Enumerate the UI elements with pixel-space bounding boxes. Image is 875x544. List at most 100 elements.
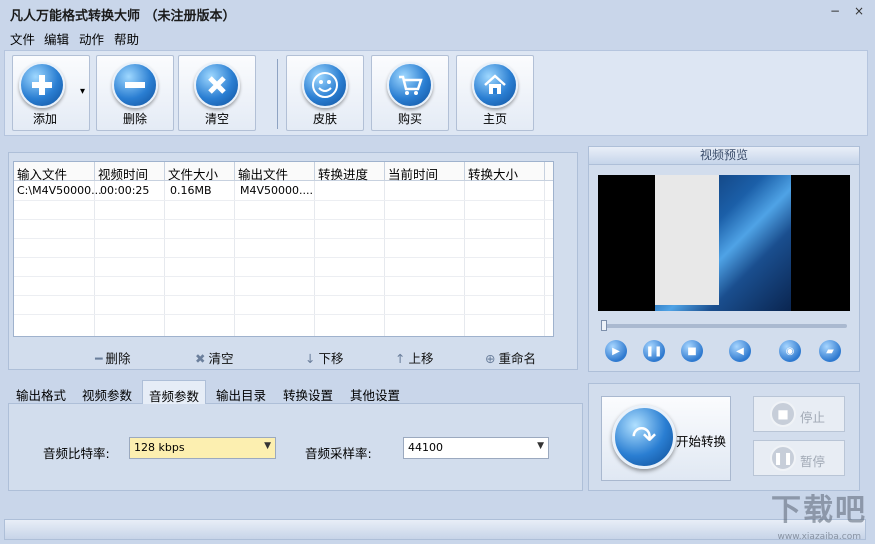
tab-output-dir[interactable]: 输出目录 (210, 380, 272, 404)
open-folder-button[interactable]: ▰ (819, 340, 841, 362)
list-delete-button[interactable]: ━ 删除 (95, 348, 131, 367)
move-down-button[interactable]: ↓ 下移 (305, 348, 344, 367)
seek-bar[interactable] (601, 320, 847, 331)
list-clear-label: 清空 (208, 351, 234, 366)
grid-line (14, 276, 553, 277)
rotate-arrow-icon: ↷ (612, 405, 676, 469)
delete-button[interactable]: 删除 (96, 55, 174, 131)
pause-convert-button[interactable]: ❚❚ 暂停 (753, 440, 845, 476)
smiley-icon (302, 62, 348, 108)
tab-convert-settings[interactable]: 转换设置 (277, 380, 339, 404)
play-button[interactable]: ▶ (605, 340, 627, 362)
grid-line (544, 181, 545, 336)
list-delete-label: 删除 (105, 351, 131, 366)
grid-line (464, 181, 465, 336)
bitrate-select[interactable]: 128 kbps ▼ (129, 437, 276, 459)
grid-line (234, 181, 235, 336)
samplerate-value: 44100 (408, 441, 443, 454)
arrow-down-icon: ↓ (305, 351, 316, 366)
close-button[interactable]: × (851, 4, 867, 18)
grid-line (314, 181, 315, 336)
video-frame-pane (655, 175, 719, 305)
crosshair-icon: ⊕ (485, 351, 496, 366)
add-button[interactable]: ▾ 添加 (12, 55, 90, 131)
video-preview-panel: 视频预览 ▶ ❚❚ ■ ◀ ◉ ▰ (588, 146, 860, 372)
plus-icon (19, 62, 65, 108)
list-clear-button[interactable]: ✖ 清空 (195, 348, 234, 367)
col-header-output-file[interactable]: 输出文件 (235, 162, 315, 182)
conversion-control-panel: ↷ 开始转换 ■ 停止 ❚❚ 暂停 (588, 383, 860, 491)
cell-video-time: 00:00:25 (100, 184, 150, 197)
menu-edit[interactable]: 编辑 (44, 29, 69, 48)
col-header-progress[interactable]: 转换进度 (315, 162, 385, 182)
folder-icon: ▰ (826, 345, 834, 357)
bitrate-label: 音频比特率: (43, 446, 110, 461)
col-header-input-file[interactable]: 输入文件 (14, 162, 95, 182)
buy-button[interactable]: 购买 (371, 55, 449, 131)
bitrate-value: 128 kbps (134, 441, 185, 454)
chevron-down-icon: ▼ (264, 441, 271, 451)
file-list[interactable]: 输入文件 视频时间 文件大小 输出文件 转换进度 当前时间 转换大小 C:\M4… (13, 161, 554, 337)
tab-video-params[interactable]: 视频参数 (76, 380, 138, 404)
move-up-button[interactable]: ↑ 上移 (395, 348, 434, 367)
skin-label: 皮肤 (312, 112, 337, 126)
tab-other-settings[interactable]: 其他设置 (344, 380, 406, 404)
menu-action[interactable]: 动作 (79, 29, 104, 48)
minimize-button[interactable]: − (827, 4, 843, 18)
seek-handle[interactable] (601, 320, 607, 331)
pause-convert-label: 暂停 (800, 454, 826, 469)
stop-convert-button[interactable]: ■ 停止 (753, 396, 845, 432)
video-screen[interactable] (598, 175, 850, 311)
menu-help[interactable]: 帮助 (114, 29, 139, 48)
rename-button[interactable]: ⊕ 重命名 (485, 348, 536, 367)
stop-icon: ■ (687, 345, 697, 357)
col-header-file-size[interactable]: 文件大小 (165, 162, 235, 182)
status-bar (4, 519, 866, 540)
snapshot-button[interactable]: ◉ (779, 340, 801, 362)
clear-button[interactable]: 清空 (178, 55, 256, 131)
pause-button[interactable]: ❚❚ (643, 340, 665, 362)
toolbar: ▾ 添加 删除 清空 皮肤 购买 主页 (4, 50, 868, 136)
home-button[interactable]: 主页 (456, 55, 534, 131)
grid-line (94, 181, 95, 336)
preview-title: 视频预览 (589, 147, 859, 165)
grid-line (14, 314, 553, 315)
pause-icon: ❚❚ (770, 445, 796, 471)
col-header-converted-size[interactable]: 转换大小 (465, 162, 545, 182)
close-icon: ✖ (195, 351, 206, 366)
col-header-current-time[interactable]: 当前时间 (385, 162, 465, 182)
cell-input-file: C:\M4V50000... (17, 184, 102, 197)
add-dropdown-icon[interactable]: ▾ (80, 86, 85, 97)
grid-line (14, 257, 553, 258)
watermark-url: www.xiazaiba.com (777, 532, 861, 542)
samplerate-select[interactable]: 44100 ▼ (403, 437, 549, 459)
toolbar-separator (277, 59, 278, 129)
play-icon: ▶ (612, 345, 620, 357)
shopping-cart-icon (387, 62, 433, 108)
tab-audio-params[interactable]: 音频参数 (142, 380, 207, 404)
home-icon (472, 62, 518, 108)
grid-line (14, 238, 553, 239)
menu-file[interactable]: 文件 (10, 29, 35, 48)
grid-line (14, 200, 553, 201)
delete-label: 删除 (122, 112, 147, 126)
start-convert-button[interactable]: ↷ 开始转换 (601, 396, 731, 481)
skin-button[interactable]: 皮肤 (286, 55, 364, 131)
col-header-video-time[interactable]: 视频时间 (95, 162, 165, 182)
tab-output-format[interactable]: 输出格式 (10, 380, 72, 404)
menu-bar: 文件 编辑 动作 帮助 (0, 27, 875, 47)
rename-label: 重命名 (498, 351, 536, 366)
cell-file-size: 0.16MB (170, 184, 212, 197)
move-down-label: 下移 (318, 351, 344, 366)
volume-button[interactable]: ◀ (729, 340, 751, 362)
close-x-icon (194, 62, 240, 108)
chevron-down-icon: ▼ (537, 441, 544, 451)
grid-line (164, 181, 165, 336)
stop-icon: ■ (770, 401, 796, 427)
cell-output-file: M4V50000.... (240, 184, 313, 197)
buy-label: 购买 (397, 112, 422, 126)
grid-line (384, 181, 385, 336)
settings-tabs: 输出格式 视频参数 音频参数 输出目录 转换设置 其他设置 音频比特率: 128… (8, 380, 583, 492)
camera-icon: ◉ (785, 345, 795, 357)
stop-button[interactable]: ■ (681, 340, 703, 362)
